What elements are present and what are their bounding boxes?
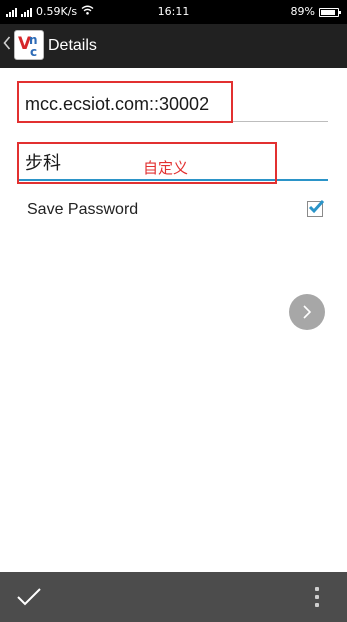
- more-vert-icon[interactable]: [309, 585, 325, 609]
- next-button[interactable]: [289, 294, 325, 330]
- status-bar: 0.59K/s 16:11 89%: [0, 0, 347, 24]
- back-chevron-icon[interactable]: [3, 35, 13, 55]
- logo-letter-c: c: [30, 45, 38, 59]
- bottom-bar: [0, 572, 347, 622]
- app-logo[interactable]: V n c: [14, 30, 44, 60]
- details-screen: 0.59K/s 16:11 89% V n c Details mcc.ecsi…: [0, 0, 347, 622]
- status-right: 89%: [290, 0, 341, 24]
- battery-percent: 89%: [290, 5, 315, 18]
- battery-fill: [321, 9, 336, 15]
- action-bar: V n c Details: [0, 24, 347, 68]
- checkmark-icon: [308, 199, 325, 214]
- annotation-label: 自定义: [143, 159, 189, 177]
- save-password-label: Save Password: [27, 201, 139, 218]
- check-icon: [17, 588, 41, 606]
- host-highlight-box: [17, 81, 233, 123]
- save-password-row[interactable]: Save Password: [27, 199, 325, 223]
- chevron-right-icon: [303, 305, 312, 319]
- page-title: Details: [48, 37, 97, 54]
- save-password-checkbox[interactable]: [307, 199, 325, 217]
- battery-icon: [319, 7, 341, 17]
